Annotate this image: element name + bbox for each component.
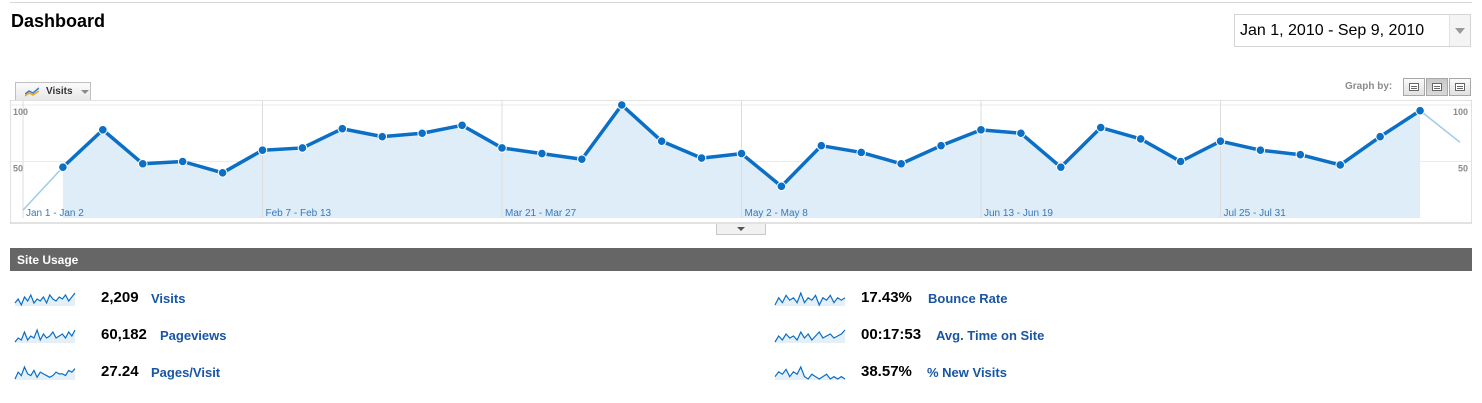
avg-time-on-site-link[interactable]: Avg. Time on Site <box>936 328 1044 343</box>
x-tick-label: Mar 21 - Mar 27 <box>505 208 577 219</box>
data-point <box>816 140 827 151</box>
sparkline-area <box>775 367 845 380</box>
graph-by-day-button[interactable] <box>1403 78 1425 96</box>
site-usage-title: Site Usage <box>17 253 79 267</box>
usage-value: 2,209 <box>101 289 139 306</box>
graph-by-month-button[interactable] <box>1449 78 1471 96</box>
usage-value: 38.57% <box>861 363 912 380</box>
data-point <box>696 153 707 163</box>
day-view-icon <box>1409 83 1419 91</box>
data-point <box>217 168 228 178</box>
page-title: Dashboard <box>11 11 106 31</box>
data-point <box>1295 149 1306 160</box>
data-point <box>616 100 627 110</box>
sparkline-icon <box>14 292 76 307</box>
data-point <box>337 123 348 134</box>
date-range-label: Jan 1, 2010 - Sep 9, 2010 <box>1240 22 1425 39</box>
week-view-icon <box>1432 83 1442 91</box>
visits-link[interactable]: Visits <box>151 291 185 306</box>
data-point <box>896 158 906 169</box>
data-point <box>377 131 388 142</box>
usage-value: 17.43% <box>861 289 912 306</box>
pages-per-visit-link[interactable]: Pages/Visit <box>151 365 220 380</box>
x-tick-label: Feb 7 - Feb 13 <box>266 208 332 219</box>
data-point <box>177 156 188 167</box>
x-tick-label: Jan 1 - Jan 2 <box>26 208 84 219</box>
data-point <box>656 136 667 146</box>
data-point <box>497 143 507 153</box>
data-point <box>736 148 747 159</box>
data-point <box>1335 160 1346 170</box>
data-point <box>776 181 787 192</box>
sparkline-icon <box>774 291 846 307</box>
data-point <box>1095 122 1106 133</box>
data-point <box>856 147 867 158</box>
data-point <box>1135 134 1146 144</box>
y-tick-label-left: 100 <box>13 107 28 117</box>
data-point <box>257 145 268 156</box>
date-range-selector[interactable]: Jan 1, 2010 - Sep 9, 2010 <box>1234 14 1471 47</box>
data-point <box>577 154 587 165</box>
usage-value: 60,182 <box>101 326 147 343</box>
graph-by-week-button[interactable] <box>1426 78 1448 96</box>
data-point <box>537 148 547 159</box>
metric-selector-button[interactable]: Visits <box>15 82 91 101</box>
line-chart-icon <box>25 87 39 97</box>
dropdown-arrow-icon <box>81 90 89 94</box>
data-point <box>457 120 467 131</box>
visits-line-chart: 100 100 50 50 Jan 1 - Jan 2 Feb 7 - Feb 13 Mar… <box>10 100 1472 224</box>
x-tick-label: Jun 13 - Jun 19 <box>984 208 1053 219</box>
top-divider <box>10 2 1472 3</box>
usage-value: 27.24 <box>101 363 139 380</box>
metric-selector-label: Visits <box>46 86 73 97</box>
month-view-icon <box>1455 83 1465 91</box>
data-point <box>1215 136 1226 146</box>
collapse-chart-button[interactable] <box>716 224 766 235</box>
sparkline-icon <box>14 365 76 380</box>
chevron-down-icon[interactable] <box>1449 15 1470 46</box>
x-tick-label: Jul 25 - Jul 31 <box>1224 208 1287 219</box>
data-point <box>976 125 986 135</box>
data-point <box>1415 105 1425 116</box>
data-point <box>1375 131 1385 142</box>
data-point <box>1255 145 1266 156</box>
y-tick-label-right: 100 <box>1453 107 1468 117</box>
new-visits-link[interactable]: % New Visits <box>927 365 1007 380</box>
site-usage-header: Site Usage <box>10 248 1472 271</box>
pageviews-link[interactable]: Pageviews <box>160 328 227 343</box>
usage-value: 00:17:53 <box>861 326 922 343</box>
sparkline-icon <box>14 328 76 343</box>
data-point <box>936 140 946 151</box>
visits-chart: 100 100 50 50 Jan 1 - Jan 2 Feb 7 - Feb 13 Mar… <box>10 100 1472 224</box>
y-tick-label-right: 50 <box>1458 164 1468 174</box>
data-point <box>1056 162 1066 172</box>
x-tick-label: May 2 - May 8 <box>745 208 809 219</box>
data-point <box>1175 156 1186 167</box>
data-point <box>137 158 148 169</box>
data-point <box>1016 128 1026 139</box>
data-point <box>297 143 308 153</box>
graph-by-label: Graph by: <box>1345 81 1393 92</box>
data-point <box>58 162 68 172</box>
sparkline-icon <box>774 329 846 343</box>
data-point <box>98 125 108 135</box>
data-point <box>417 128 427 139</box>
bounce-rate-link[interactable]: Bounce Rate <box>928 291 1007 306</box>
sparkline-icon <box>774 365 846 380</box>
y-tick-label-left: 50 <box>13 164 23 174</box>
